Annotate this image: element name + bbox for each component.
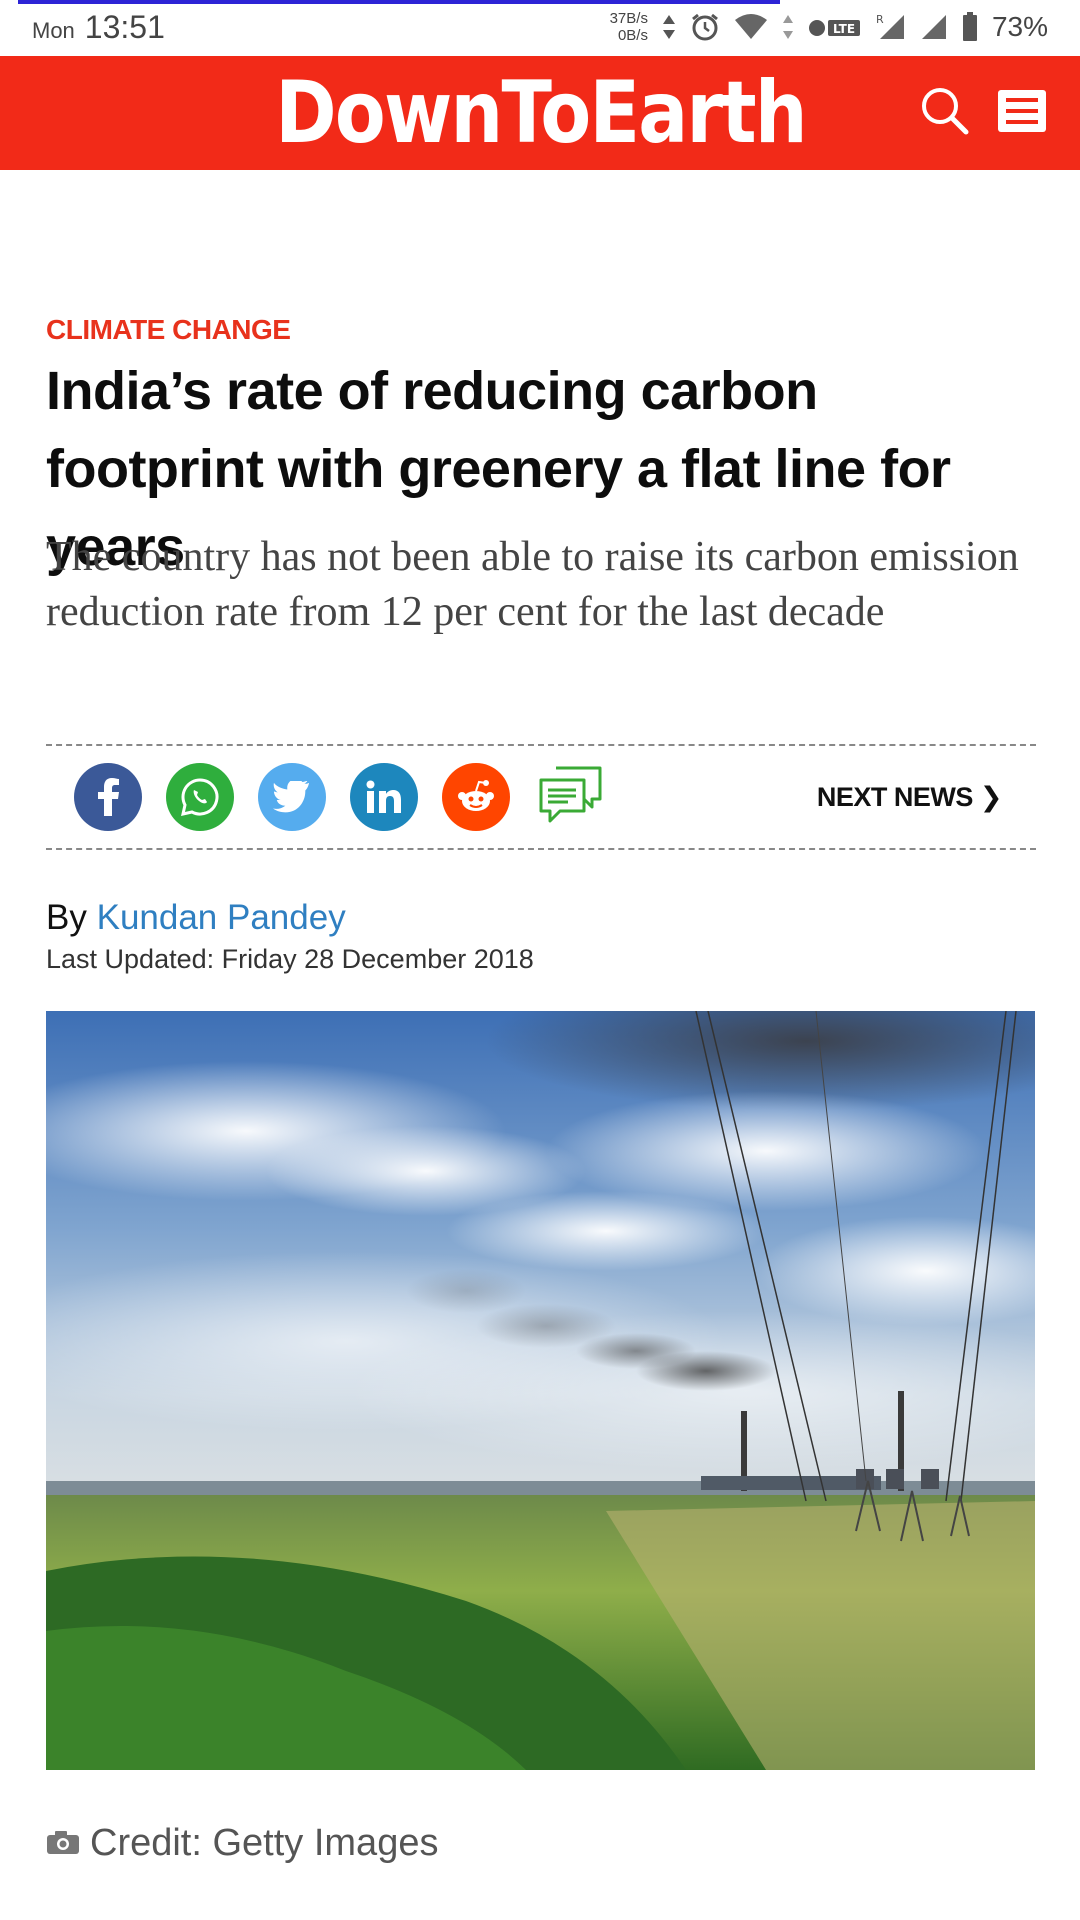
reddit-icon (458, 780, 494, 811)
comments-icon (539, 766, 602, 822)
status-clock: 13:51 (84, 8, 165, 45)
battery-icon (962, 12, 978, 42)
svg-text:R: R (876, 13, 884, 26)
menu-icon[interactable] (998, 90, 1046, 132)
article-body-cutoff (46, 1904, 1036, 1920)
speed-down: 0B/s (617, 27, 648, 44)
status-day: Mon (32, 17, 75, 43)
site-header: DownToEarth (0, 56, 1080, 170)
battery-percent: 73% (991, 11, 1048, 42)
byline-prefix: By (46, 898, 87, 937)
status-bar: Mon 13:51 37B/s 0B/s LTE R 73% (0, 0, 1080, 54)
status-icons: 37B/s 0B/s LTE R 73% (610, 10, 1048, 44)
status-time: Mon 13:51 (32, 9, 165, 46)
arrows-icon (662, 14, 676, 40)
speed-up: 37B/s (609, 10, 648, 27)
camera-icon (46, 1822, 80, 1865)
facebook-share-button[interactable] (74, 763, 142, 831)
image-credit-text: Credit: Getty Images (90, 1822, 439, 1864)
whatsapp-share-button[interactable] (166, 763, 234, 831)
whatsapp-icon (181, 778, 219, 816)
reddit-share-button[interactable] (442, 763, 510, 831)
network-speed: 37B/s 0B/s (610, 10, 648, 44)
page: Mon 13:51 37B/s 0B/s LTE R 73% DownToEar… (0, 0, 1080, 1920)
signal-icon: R (876, 13, 906, 41)
twitter-share-button[interactable] (258, 763, 326, 831)
author-link[interactable]: Kundan Pandey (97, 898, 346, 937)
comments-button[interactable] (538, 765, 604, 830)
image-credit: Credit: Getty Images (46, 1822, 438, 1865)
article-hero-image (46, 1011, 1035, 1770)
article-category[interactable]: CLIMATE CHANGE (46, 314, 291, 346)
linkedin-icon (366, 780, 401, 813)
wifi-icon (734, 14, 768, 40)
twitter-icon (273, 781, 310, 813)
landscape-with-power-plant-image (46, 1011, 1035, 1770)
last-updated: Last Updated: Friday 28 December 2018 (46, 944, 534, 974)
share-bar: NEXT NEWS ❯ (46, 744, 1036, 850)
alarm-icon (690, 12, 720, 42)
data-icon (782, 14, 794, 40)
site-logo[interactable]: DownToEarth (275, 63, 807, 163)
svg-text:LTE: LTE (833, 22, 855, 36)
linkedin-share-button[interactable] (350, 763, 418, 831)
signal-icon (920, 13, 948, 41)
lte-icon: LTE (808, 14, 862, 40)
facebook-icon (98, 778, 119, 816)
search-icon[interactable] (916, 82, 972, 138)
byline: By Kundan Pandey (46, 898, 346, 938)
article-subheading: The country has not been able to raise i… (46, 534, 1019, 635)
page-load-progress (18, 0, 780, 4)
next-news-link[interactable]: NEXT NEWS ❯ (817, 782, 1003, 813)
